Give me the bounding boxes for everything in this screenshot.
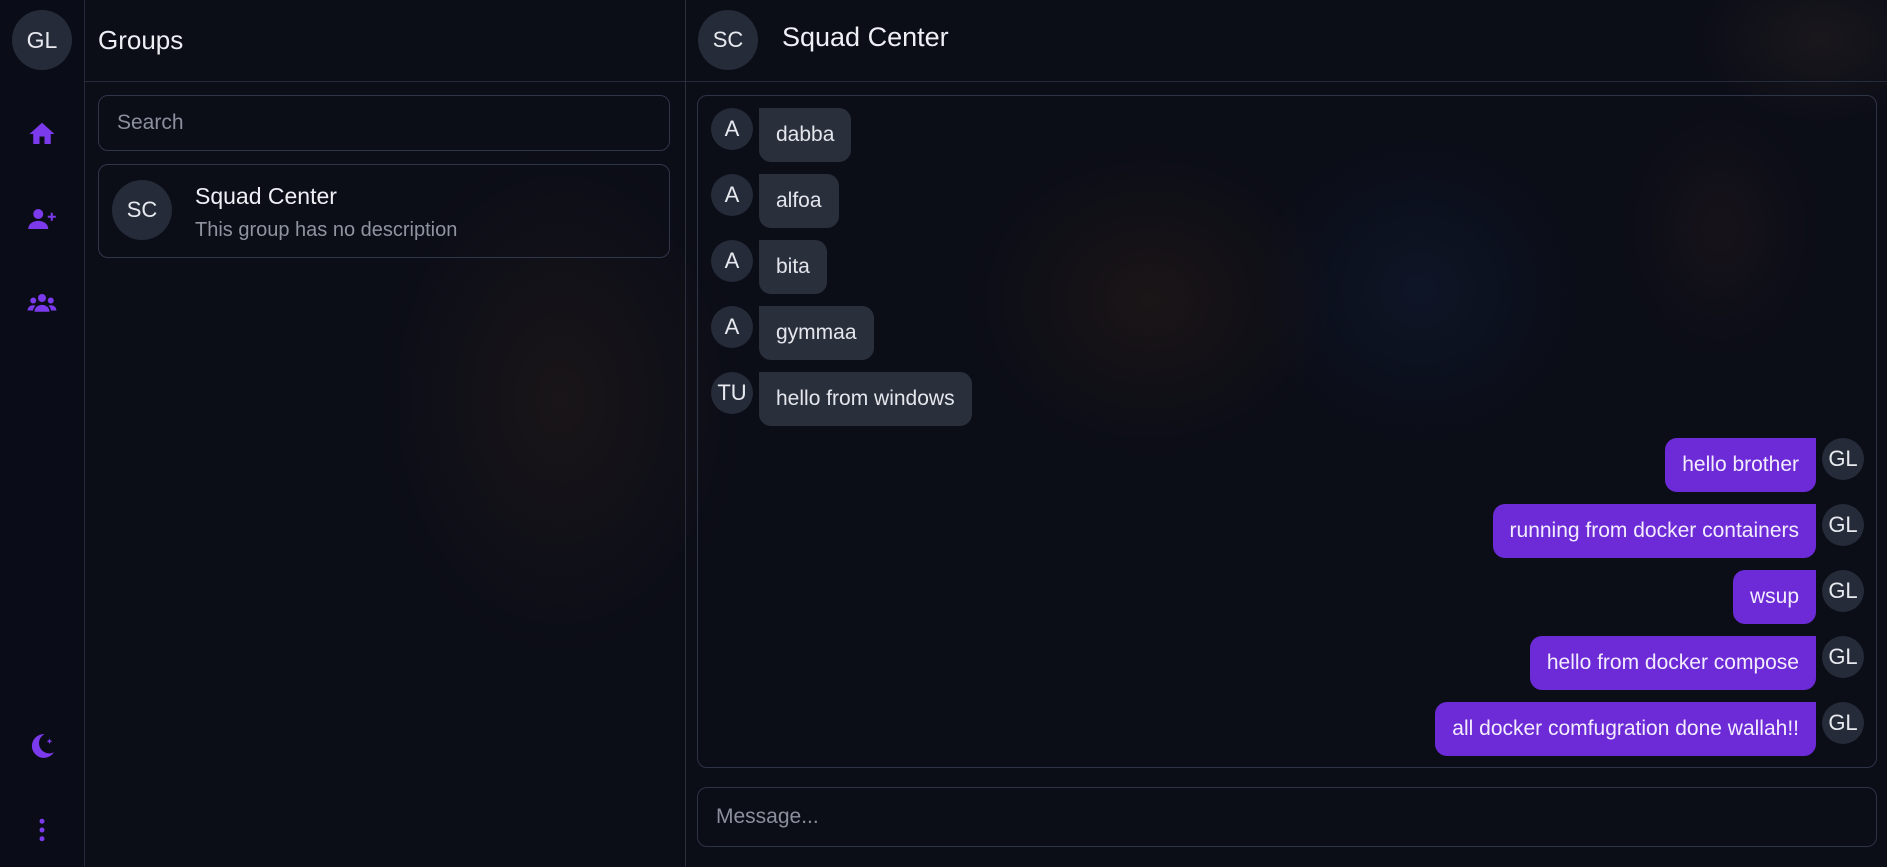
message-incoming: A bita [711, 240, 827, 294]
message-incoming: A alfoa [711, 174, 839, 228]
message-incoming: A gymmaa [711, 306, 874, 360]
sender-avatar: A [711, 306, 753, 348]
sender-avatar: GL [1822, 702, 1864, 744]
add-user-icon[interactable] [24, 201, 60, 237]
sender-avatar: GL [1822, 504, 1864, 546]
message-outgoing: GL hello from docker compose [1529, 636, 1864, 690]
message-bubble: hello brother [1665, 438, 1816, 492]
group-description: This group has no description [195, 219, 458, 241]
message-outgoing: GL running from docker containers [1492, 504, 1864, 558]
home-icon[interactable] [24, 116, 60, 152]
current-user-avatar[interactable]: GL [12, 10, 72, 70]
sender-avatar: A [711, 240, 753, 282]
sender-avatar: TU [711, 372, 753, 414]
sender-avatar: GL [1822, 438, 1864, 480]
message-bubble: alfoa [759, 174, 839, 228]
message-bubble: hello from docker compose [1529, 636, 1816, 690]
sender-avatar: A [711, 108, 753, 150]
message-incoming: TU hello from windows [711, 372, 972, 426]
group-icon[interactable] [24, 285, 60, 321]
group-name: Squad Center [195, 183, 337, 209]
message-bubble: all docker comfugration done wallah!! [1435, 702, 1816, 756]
message-outgoing: GL all docker comfugration done wallah!! [1435, 702, 1864, 756]
icon-rail: GL [0, 0, 85, 867]
chat-title: Squad Center [782, 22, 949, 52]
chat-header: SC Squad Center [686, 0, 1887, 82]
message-bubble: bita [759, 240, 827, 294]
message-input[interactable] [697, 787, 1877, 847]
message-outgoing: GL hello brother [1665, 438, 1864, 492]
search-input[interactable] [98, 95, 670, 151]
message-bubble: dabba [759, 108, 852, 162]
sender-avatar: GL [1822, 636, 1864, 678]
message-incoming: A dabba [711, 108, 852, 162]
more-vertical-icon[interactable] [24, 812, 60, 848]
group-list-item[interactable]: SC Squad Center This group has no descri… [98, 164, 670, 258]
message-outgoing: GL wsup [1732, 570, 1864, 624]
message-bubble: hello from windows [759, 372, 972, 426]
group-avatar: SC [112, 180, 172, 240]
chat-group-avatar[interactable]: SC [698, 10, 758, 70]
message-bubble: wsup [1732, 570, 1816, 624]
message-bubble: gymmaa [759, 306, 874, 360]
message-bubble: running from docker containers [1492, 504, 1816, 558]
theme-moon-icon[interactable] [24, 728, 60, 764]
groups-panel: Groups SC Squad Center This group has no… [85, 0, 686, 867]
groups-title: Groups [85, 0, 685, 82]
sender-avatar: A [711, 174, 753, 216]
message-list: A dabba A alfoa A bita A gymmaa TU hello… [697, 95, 1877, 768]
sender-avatar: GL [1822, 570, 1864, 612]
